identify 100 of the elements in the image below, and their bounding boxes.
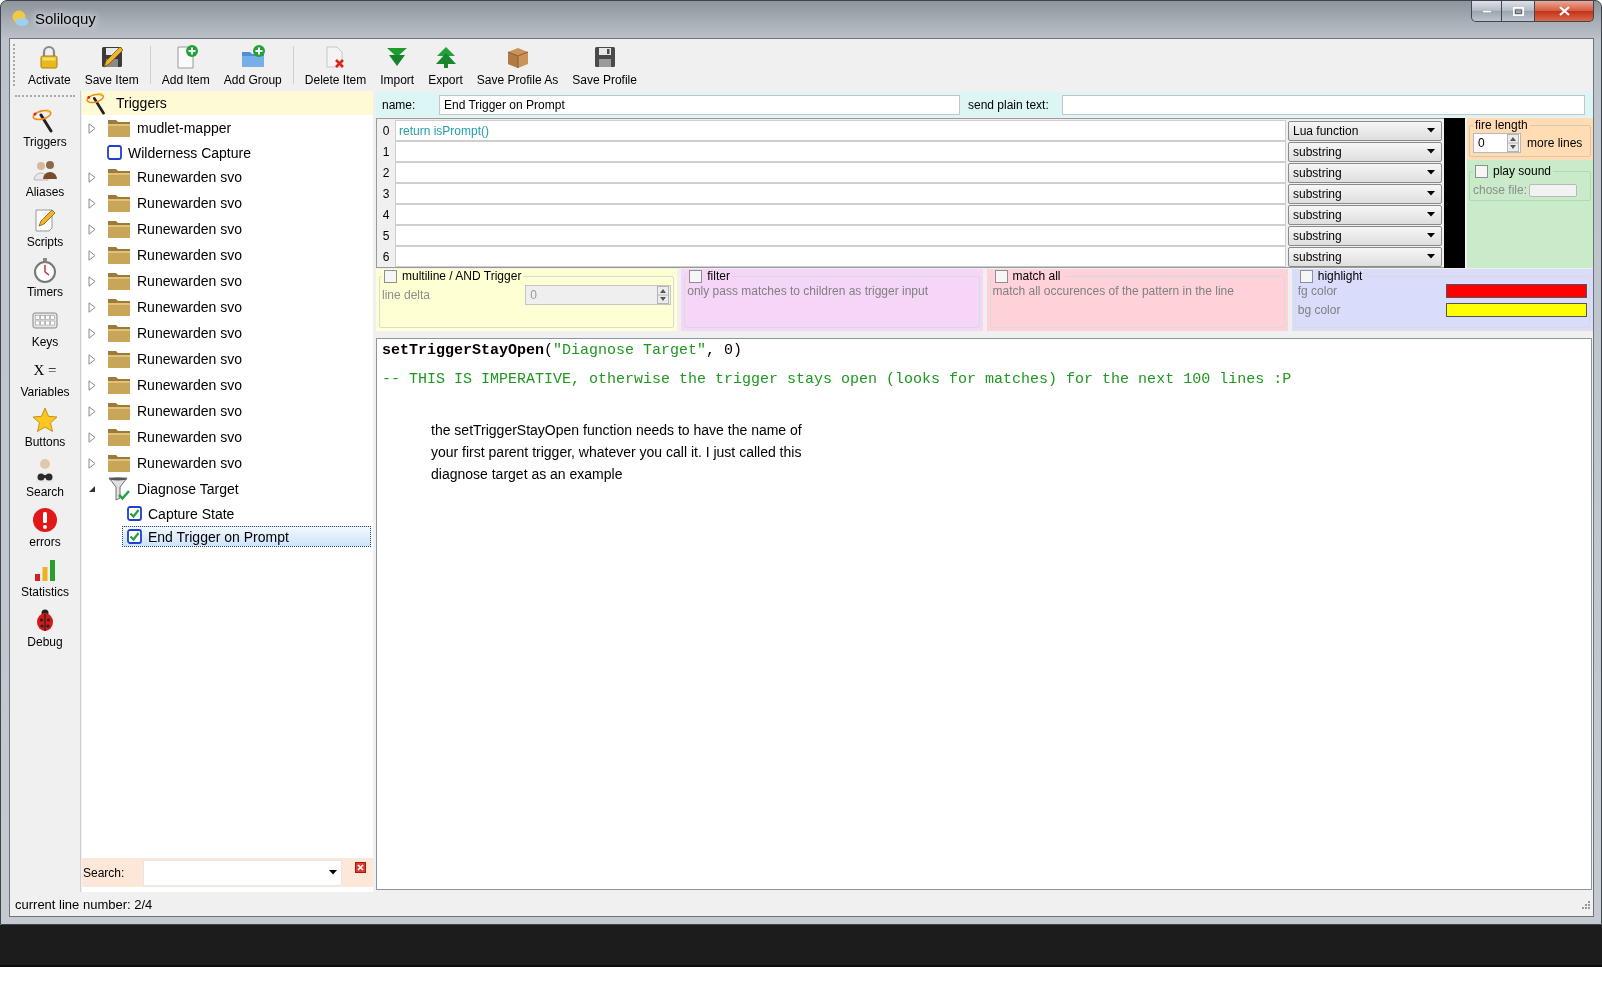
plain-text-field[interactable] [1062,94,1585,115]
code-line: setTriggerStayOpen("Diagnose Target", 0) [382,341,744,361]
sidebar-button[interactable]: Buttons [11,403,79,453]
sidebar-button[interactable]: X = Variables [11,353,79,403]
minimize-button[interactable] [1471,1,1502,22]
spin-arrows-icon [1507,134,1519,152]
toolbar-button[interactable]: Save Profile As [469,41,566,89]
tree-item[interactable]: mudlet-mapper [102,116,371,140]
checkbox[interactable] [384,269,397,283]
toolbar-button[interactable]: Save Profile [565,41,644,89]
pattern-field[interactable] [395,183,1286,204]
checkbox[interactable] [107,145,122,160]
pattern-field[interactable] [395,204,1286,225]
folder-icon [107,271,131,291]
tree-item[interactable]: Diagnose Target [102,477,371,501]
pattern-type-dropdown[interactable]: substring [1288,141,1442,162]
sidebar-button[interactable]: Triggers [11,103,79,153]
folder-icon [107,323,131,343]
color-swatch[interactable] [1446,283,1587,298]
pattern-type-dropdown[interactable]: substring [1288,246,1442,267]
color-swatch[interactable] [1446,302,1587,317]
pattern-field[interactable] [395,246,1286,267]
pattern-type-dropdown[interactable]: substring [1288,225,1442,246]
sidebar-button[interactable]: Scripts [11,203,79,253]
variables-glyph: X = [33,361,57,380]
stopwatch-icon [32,257,58,283]
folder-icon [107,167,131,187]
toolbar-button[interactable]: Save Item [77,41,146,89]
name-field[interactable]: End Trigger on Prompt [439,94,960,115]
tree-item[interactable]: Runewarden svo [102,295,371,319]
checkbox[interactable] [1475,164,1488,178]
pattern-type-dropdown[interactable]: substring [1288,204,1442,225]
caret-icon [1427,170,1435,175]
caret-icon [1427,191,1435,196]
pattern-type-dropdown[interactable]: substring [1288,183,1442,204]
option-title: match all [1012,269,1061,283]
folder-icon [107,375,131,395]
search-field[interactable] [143,859,342,886]
toolbar-button[interactable]: Delete Item [297,41,374,89]
sidebar-button[interactable]: Debug [11,603,79,653]
tree-item[interactable]: Runewarden svo [102,165,371,189]
pattern-number: 4 [381,207,391,222]
tree-item[interactable]: Wilderness Capture [102,142,371,163]
toolbar-button[interactable]: Add Group [216,41,289,89]
tree-item[interactable]: Runewarden svo [102,373,371,397]
toolbar-button[interactable]: Import [373,41,422,89]
checkbox[interactable] [994,269,1008,283]
toolbar-button[interactable]: Activate [21,41,78,89]
tree-item[interactable]: Runewarden svo [102,321,371,345]
sidebar-button[interactable]: Timers [11,253,79,303]
tree-item[interactable]: Runewarden svo [102,243,371,267]
folder-icon [107,219,131,239]
tree-item[interactable]: Runewarden svo [102,451,371,475]
size-grip-icon[interactable] [1580,899,1590,909]
pattern-field[interactable] [395,162,1286,183]
folder-icon [107,401,131,421]
folder-icon [107,427,131,447]
color-label: bg color [1297,302,1341,317]
pattern-field[interactable] [395,141,1286,162]
code-line: -- THIS IS IMPERATIVE, otherwise the trigger stays open (looks for matches) for the next 100 lines :P [382,370,1293,390]
maximize-button[interactable] [1502,1,1535,22]
sidebar-button[interactable]: Aliases [11,153,79,203]
name-label: name: [382,97,417,112]
tree-item[interactable]: Runewarden svo [102,269,371,293]
tree-item[interactable]: Capture State [122,503,371,524]
expander-icon[interactable] [88,485,96,493]
clear-search-icon[interactable] [355,862,366,873]
tree-item[interactable]: Runewarden svo [102,217,371,241]
sidebar-button[interactable]: Keys [11,303,79,353]
checkbox[interactable] [127,506,142,521]
fire-length-field[interactable]: 0 [1473,133,1521,153]
option-description: only pass matches to children as trigger input [687,284,930,298]
sun-cloud-icon [11,9,29,27]
sidebar-button[interactable]: errors [11,503,79,553]
folder-plus-icon [239,43,266,70]
tree-item[interactable]: End Trigger on Prompt [122,526,371,547]
checkbox[interactable] [689,269,703,283]
caret-icon [1427,212,1435,217]
close-button[interactable] [1535,1,1594,22]
tree-item[interactable]: Runewarden svo [102,191,371,215]
grip-icon [15,95,75,99]
sidebar-button[interactable]: Statistics [11,553,79,603]
play-sound-label: play sound [1493,164,1552,178]
pattern-field[interactable] [395,225,1286,246]
toolbar-button[interactable]: Add Item [154,41,217,89]
pattern-type-dropdown[interactable]: substring [1288,162,1442,183]
tree-item[interactable]: Runewarden svo [102,399,371,423]
checkbox[interactable] [1299,269,1313,283]
error-icon [32,507,58,533]
toolbar-button[interactable]: Export [421,41,470,89]
sidebar-button[interactable]: Search [11,453,79,503]
tree-item[interactable]: Runewarden svo [102,425,371,449]
tree-root-item[interactable]: Triggers [82,91,373,115]
tree-item[interactable]: Runewarden svo [102,347,371,371]
pattern-number: 3 [381,186,391,201]
pattern-type-dropdown[interactable]: Lua function [1288,120,1442,141]
checkbox[interactable] [127,529,142,544]
pencil-page-icon [32,207,58,233]
caret-icon [1427,128,1435,133]
minimize-icon [1481,9,1492,13]
